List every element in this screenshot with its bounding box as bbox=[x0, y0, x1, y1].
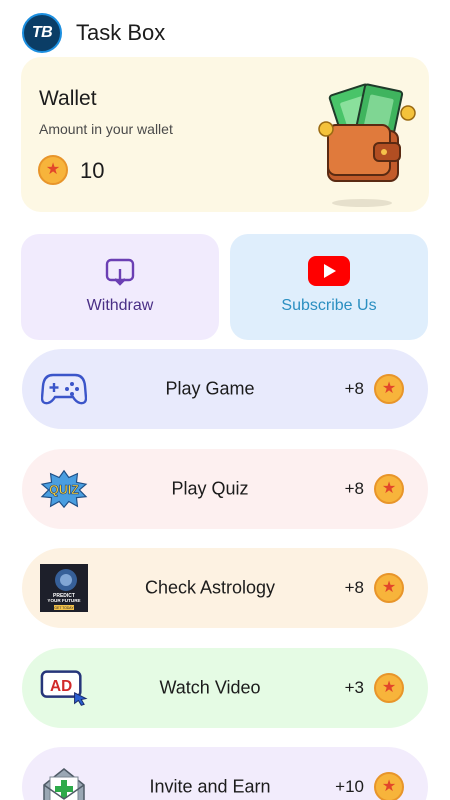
task-invite-earn[interactable]: Invite and Earn +10 ★ bbox=[22, 747, 428, 800]
withdraw-label: Withdraw bbox=[86, 297, 154, 314]
task-points: +8 bbox=[344, 578, 364, 597]
quiz-icon: QUIZ bbox=[40, 465, 88, 513]
task-play-quiz[interactable]: QUIZ Play Quiz +8 ★ bbox=[22, 449, 428, 529]
withdraw-button[interactable]: Withdraw bbox=[21, 234, 219, 340]
coin-icon: ★ bbox=[374, 772, 404, 800]
task-check-astrology[interactable]: PREDICT YOUR FUTURE GET TODAY Check Astr… bbox=[22, 548, 428, 628]
app-logo: TB bbox=[22, 13, 62, 53]
app-title: Task Box bbox=[76, 20, 166, 45]
wallet-title: Wallet bbox=[39, 87, 97, 110]
ad-badge-text: AD bbox=[50, 678, 72, 695]
task-watch-video[interactable]: AD Watch Video +3 ★ bbox=[22, 648, 428, 728]
invite-icon bbox=[40, 763, 88, 800]
youtube-icon bbox=[308, 256, 350, 291]
task-points: +8 bbox=[344, 479, 364, 498]
wallet-amount: 10 bbox=[80, 158, 105, 183]
task-label: Play Game bbox=[165, 378, 255, 399]
coin-icon: ★ bbox=[38, 155, 68, 185]
astrology-line2: YOUR FUTURE bbox=[47, 598, 80, 603]
coin-icon: ★ bbox=[374, 573, 404, 603]
wallet-icon bbox=[316, 81, 416, 216]
task-label: Invite and Earn bbox=[149, 776, 271, 797]
task-label: Watch Video bbox=[159, 677, 261, 698]
subscribe-label: Subscribe Us bbox=[281, 297, 377, 314]
astrology-icon: PREDICT YOUR FUTURE GET TODAY bbox=[40, 564, 88, 612]
gamepad-icon bbox=[40, 365, 88, 413]
withdraw-icon bbox=[104, 256, 136, 293]
app-header: TB Task Box bbox=[22, 12, 165, 54]
subscribe-button[interactable]: Subscribe Us bbox=[230, 234, 428, 340]
quiz-badge-text: QUIZ bbox=[49, 483, 79, 497]
logo-text: TB bbox=[31, 24, 53, 41]
coin-icon: ★ bbox=[374, 474, 404, 504]
astrology-cta: GET TODAY bbox=[54, 606, 74, 610]
task-play-game[interactable]: Play Game +8 ★ bbox=[22, 349, 428, 429]
ad-icon: AD bbox=[40, 664, 88, 712]
coin-icon: ★ bbox=[374, 673, 404, 703]
task-label: Check Astrology bbox=[144, 577, 276, 598]
wallet-card: Wallet Amount in your wallet ★ 10 bbox=[21, 57, 429, 212]
coin-icon: ★ bbox=[374, 374, 404, 404]
task-points: +8 bbox=[344, 379, 364, 398]
task-points: +10 bbox=[335, 777, 364, 796]
task-label: Play Quiz bbox=[171, 478, 249, 499]
task-points: +3 bbox=[344, 678, 364, 697]
wallet-subtitle: Amount in your wallet bbox=[39, 121, 173, 137]
